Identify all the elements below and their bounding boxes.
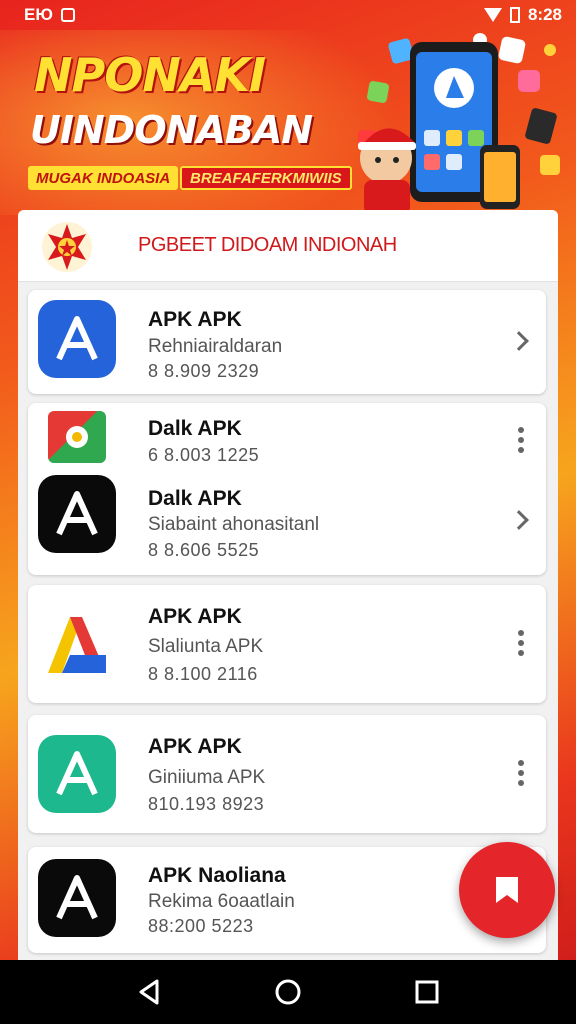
app-name: APK APK bbox=[148, 605, 242, 628]
status-right: 8:28 bbox=[483, 5, 562, 25]
app-list-item[interactable]: Dalk APK 6 8.003 1225 Dalk APK Siabaint … bbox=[28, 403, 546, 575]
app-subtitle: Slaliunta APK bbox=[148, 636, 264, 657]
home-icon bbox=[275, 979, 301, 1005]
battery-icon bbox=[509, 7, 520, 23]
panel-title: PGBEET DIDOAM INDIONAH bbox=[138, 234, 397, 256]
system-nav-bar bbox=[0, 960, 576, 1024]
recents-icon bbox=[415, 980, 439, 1004]
app-list-item[interactable]: APK APK Slaliunta APK 8 8.100 2116 bbox=[28, 585, 546, 703]
status-left: ЕЮ bbox=[24, 5, 75, 25]
status-time: 8:28 bbox=[527, 5, 562, 24]
back-button[interactable] bbox=[129, 972, 169, 1012]
more-options-icon[interactable] bbox=[518, 760, 524, 786]
app-name: Dalk APK bbox=[148, 487, 242, 510]
banner-tag-primary: MUGAK INDOASIA bbox=[28, 166, 179, 190]
chevron-right-icon[interactable] bbox=[509, 331, 529, 351]
banner-title-line2: UINDONABAN bbox=[30, 108, 313, 152]
app-meta: 8 8.909 2329 bbox=[148, 361, 260, 381]
phone-mascot-illustration bbox=[358, 33, 560, 215]
bookmark-icon bbox=[496, 877, 518, 903]
app-meta: 6 8.003 1225 bbox=[148, 445, 260, 465]
green-red-apk-icon bbox=[48, 411, 106, 463]
app-meta: 8 8.606 5525 bbox=[148, 540, 260, 560]
teal-apk-icon bbox=[38, 735, 116, 813]
emblem-logo-icon bbox=[42, 222, 92, 272]
app-name: Dalk APK bbox=[148, 417, 242, 440]
more-options-icon[interactable] bbox=[518, 630, 524, 656]
app-list-item[interactable]: APK APK Rehniairaldaran 8 8.909 2329 bbox=[28, 290, 546, 394]
black-apk-icon bbox=[38, 859, 116, 937]
app-subtitle: Rehniairaldaran bbox=[148, 336, 283, 357]
bookmark-fab-button[interactable] bbox=[459, 842, 555, 938]
app-name: APK Naoliana bbox=[148, 864, 286, 887]
app-name: APK APK bbox=[148, 735, 242, 758]
recents-button[interactable] bbox=[407, 972, 447, 1012]
wifi-icon bbox=[483, 8, 502, 22]
blue-apk-icon bbox=[38, 300, 116, 378]
app-subtitle: Giniiuma APK bbox=[148, 767, 266, 788]
banner-title-line1: NPONAKI bbox=[34, 48, 266, 102]
app-subtitle: Siabaint ahonasitanl bbox=[148, 514, 320, 535]
app-list-item[interactable]: APK APK Giniiuma APK 810.193 8923 bbox=[28, 715, 546, 833]
home-button[interactable] bbox=[268, 972, 308, 1012]
back-icon bbox=[139, 979, 159, 1005]
promo-banner[interactable]: NPONAKI UINDONABAN MUGAK INDOASIA BREAFA… bbox=[0, 30, 576, 215]
app-meta: 88:200 5223 bbox=[148, 916, 254, 936]
more-options-icon[interactable] bbox=[518, 427, 524, 453]
banner-tag-secondary: BREAFAFERKMIWIIS bbox=[180, 166, 352, 190]
tricolor-apk-icon bbox=[38, 605, 116, 683]
chevron-right-icon[interactable] bbox=[509, 510, 529, 530]
notification-icon bbox=[60, 8, 75, 22]
panel-header: PGBEET DIDOAM INDIONAH bbox=[18, 210, 558, 282]
black-apk-icon bbox=[38, 475, 116, 553]
status-bar: ЕЮ 8:28 bbox=[0, 0, 576, 30]
status-left-text: ЕЮ bbox=[24, 5, 53, 24]
app-subtitle: Rekima 6oaatlain bbox=[148, 891, 295, 912]
app-meta: 8 8.100 2116 bbox=[148, 664, 258, 684]
app-meta: 810.193 8923 bbox=[148, 794, 265, 814]
app-name: APK APK bbox=[148, 308, 242, 331]
